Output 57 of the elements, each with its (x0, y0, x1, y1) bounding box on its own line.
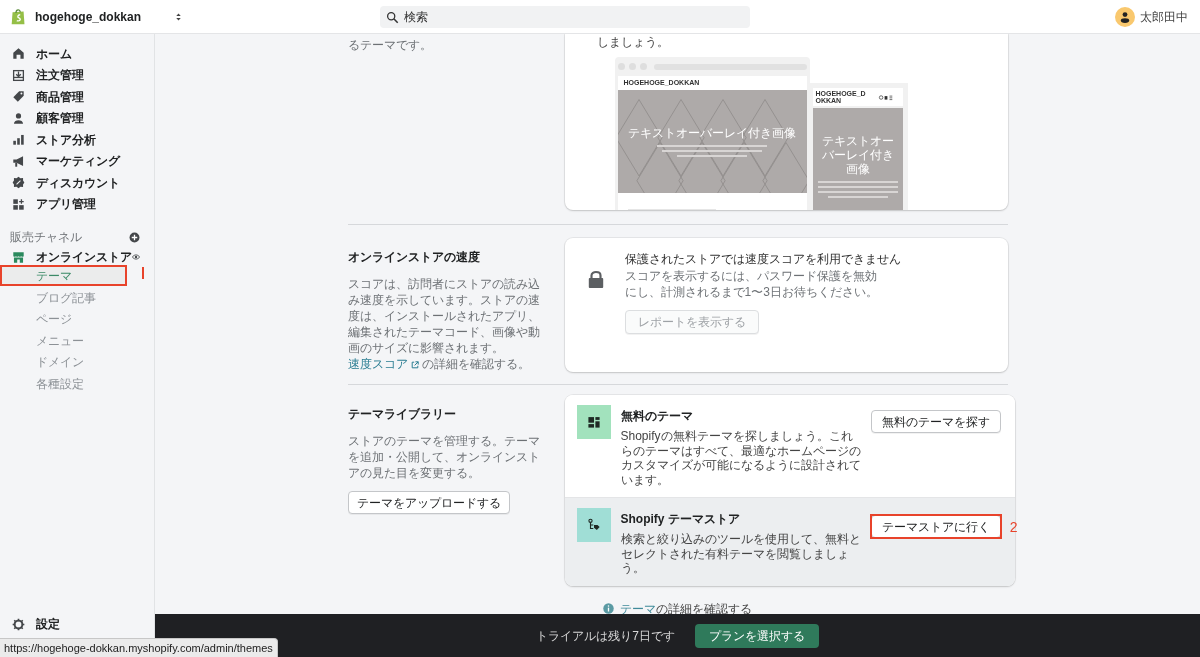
bar-chart-icon (12, 133, 25, 147)
theme-button[interactable]: 無料のテーマを探す (870, 410, 1001, 433)
eye-icon[interactable] (132, 251, 140, 263)
home-icon (12, 47, 25, 61)
hero-heading: テキストオーバーレイ付き画像 (820, 133, 895, 176)
badge-icon (12, 176, 25, 190)
sidebar-item[interactable]: 顧客管理 (0, 107, 154, 129)
link[interactable]: 速度スコア (347, 357, 419, 371)
person-icon (12, 111, 25, 125)
card-text: しましょう。 (595, 34, 670, 50)
status-url-tooltip: https://hogehoge-dokkan.myshopify.com/admin/themes (0, 637, 278, 657)
section-description: るテーマです。 (347, 37, 433, 53)
annotation-mark (142, 267, 144, 279)
section-title: テーマライブラリー (347, 406, 457, 423)
store-name: hogehoge_dokkan (35, 8, 141, 26)
plus-circle-icon[interactable] (129, 231, 140, 243)
help-text: テーマの詳細を確認する (620, 600, 752, 614)
sidebar-item[interactable]: 注文管理 (0, 64, 154, 86)
external-link-icon (410, 360, 419, 369)
item-title: 無料のテーマ (620, 408, 694, 425)
notice-text: スコアを表示するには、パスワード保護を無効にし、計測されるまで1〜3日お待ちください。 (624, 268, 879, 300)
grid-icon (12, 197, 25, 211)
sidebar-item[interactable]: 設定 (0, 613, 154, 635)
sidebar-item[interactable]: ディスカウント (0, 172, 154, 194)
gear-icon (12, 617, 25, 631)
item-title: Shopify テーマストア (620, 511, 741, 528)
link[interactable]: テーマ (620, 601, 656, 614)
notice-title: 保護されたストアでは速度スコアを利用できません (624, 251, 901, 268)
search-field[interactable]: 検索 (380, 5, 750, 28)
inbox-icon (12, 68, 25, 82)
info-icon (603, 603, 614, 614)
avatar-icon[interactable] (1115, 6, 1135, 27)
item-description: 検索と絞り込みのツールを使用して、無料とセレクトされた有料テーマを閲覧しましょう。 (620, 532, 861, 576)
section-heading: 販売チャネル (10, 229, 82, 246)
sidebar-item[interactable]: ホーム (0, 43, 154, 65)
trial-text: トライアルは残り7日です (536, 627, 675, 645)
annotation-number: 2 (1009, 518, 1018, 537)
item-description: Shopifyの無料テーマを探しましょう。これらのテーマはすべて、最適なホームページのカスタマイズが可能になるように設計されています。 (620, 429, 861, 487)
megaphone-icon (12, 154, 25, 168)
select-plan-button[interactable]: プランを選択する (694, 623, 819, 648)
shopping-bag-icon (10, 7, 27, 26)
section-title: オンラインストアの速度 (347, 249, 481, 266)
search-icon (386, 10, 399, 24)
section-description: スコアは、訪問者にストアの読み込み速度を示しています。ストアの速度は、インストールされたアプリ、編集されたテーマコード、画像や動画のサイズに影響されます。 速度スコア の詳細を確認する。 (347, 276, 541, 372)
sidebar-item[interactable]: オンラインストア (0, 246, 132, 268)
lock-icon (586, 269, 605, 289)
storefront-icon (12, 250, 25, 264)
tag-icon (12, 90, 25, 104)
hero-heading: テキストオーバーレイ付き画像 (628, 125, 796, 140)
sidebar-item[interactable]: アプリ管理 (0, 193, 154, 215)
upload-theme-button[interactable]: テーマをアップロードする (347, 491, 510, 514)
sidebar-item[interactable]: マーケティング (0, 150, 154, 172)
user-name[interactable]: 太郎田中 (1140, 7, 1188, 26)
section-description: ストアのテーマを管理する。テーマを追加・公開して、オンラインストアの見た目を変更する。 (347, 433, 541, 481)
up-down-caret-icon (174, 10, 183, 23)
sidebar-item[interactable]: 商品管理 (0, 86, 154, 108)
sidebar-item[interactable]: ストア分析 (0, 129, 154, 151)
